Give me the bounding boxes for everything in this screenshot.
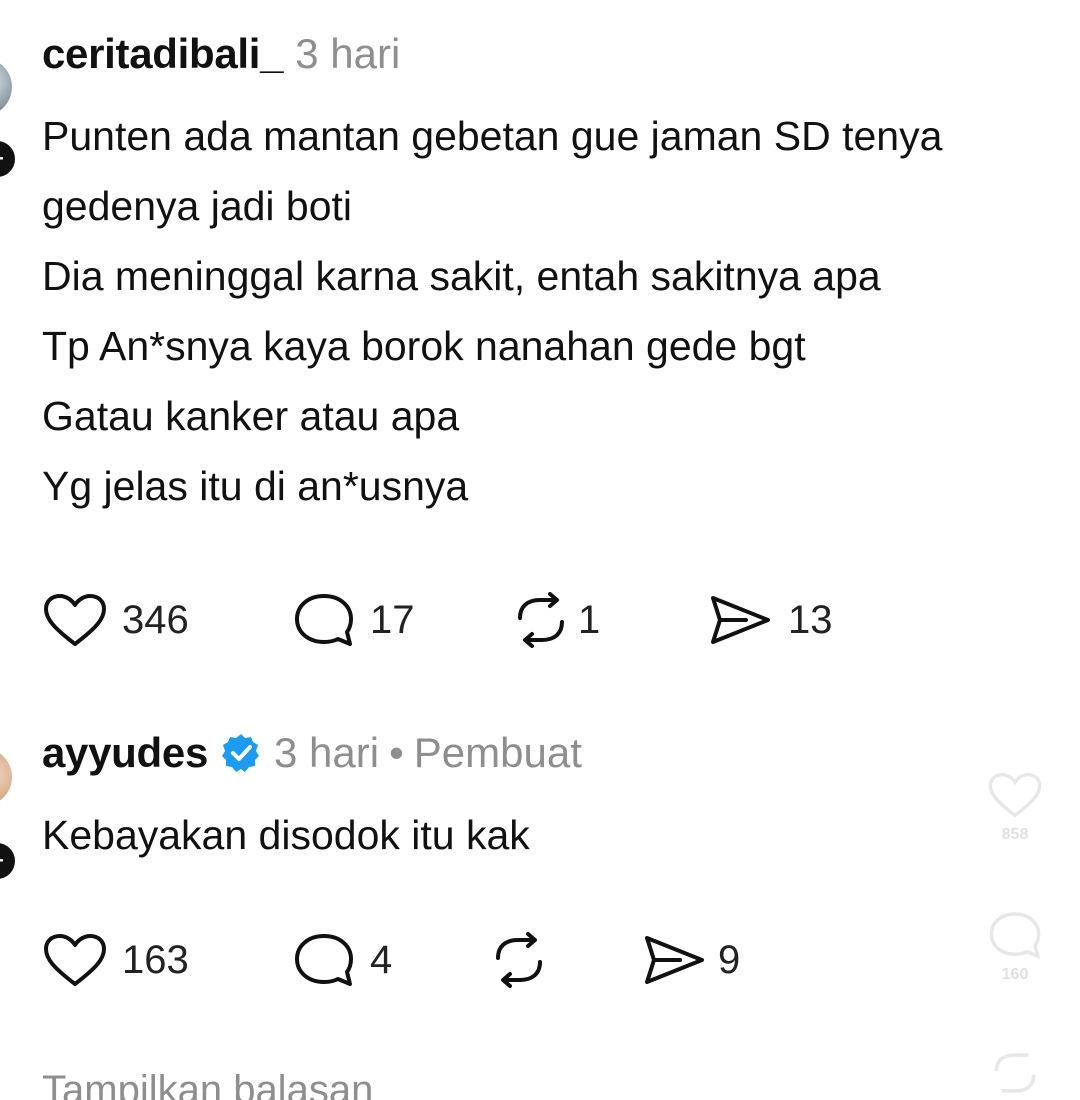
side-rail-comments: 160: [985, 910, 1045, 984]
share-icon: [711, 596, 770, 644]
share-count: 9: [718, 938, 741, 982]
action-bar: 346 17 1 13: [42, 592, 942, 648]
comment-header: ceritadibali_ 3 hari: [42, 29, 400, 79]
avatar[interactable]: [0, 748, 12, 806]
share-button[interactable]: 9: [642, 932, 740, 988]
repost-button[interactable]: [488, 932, 550, 988]
follow-plus-icon[interactable]: +: [0, 138, 18, 180]
comment-icon: [295, 934, 353, 986]
timestamp: 3 hari: [274, 729, 380, 776]
repost-icon: [496, 932, 542, 988]
comment-body: Kebayakan disodok itu kak: [42, 800, 530, 870]
share-count: 13: [788, 598, 833, 642]
action-bar: 163 4 9: [42, 932, 942, 988]
comment-header: ayyudes 3 hari • Pembuat: [42, 728, 582, 778]
comment-icon[interactable]: [987, 910, 1043, 960]
verified-icon: [222, 734, 260, 772]
like-count: 346: [122, 598, 189, 642]
comment-line: Gatau kanker atau apa: [42, 393, 460, 439]
reply-count: 17: [370, 598, 415, 642]
comment-body: Punten ada mantan gebetan gue jaman SD t…: [42, 101, 942, 521]
comment-line: Yg jelas itu di an*usnya: [42, 463, 469, 509]
comment-line: Kebayakan disodok itu kak: [42, 812, 530, 858]
side-rail-repost: [985, 1048, 1045, 1098]
username[interactable]: ayyudes: [42, 728, 208, 778]
avatar[interactable]: [0, 58, 12, 116]
author-label: Pembuat: [413, 729, 582, 776]
comment-line: Punten ada mantan gebetan gue jaman SD t…: [42, 113, 943, 159]
repost-icon: [518, 592, 564, 648]
heart-icon: [44, 594, 106, 646]
heart-icon: [44, 934, 106, 986]
thread-screen: + ceritadibali_ 3 hari Punten ada mantan…: [0, 0, 1080, 1100]
repost-button[interactable]: 1: [510, 592, 600, 648]
reply-count: 4: [370, 938, 393, 982]
comment-icon: [295, 594, 353, 646]
comment-button[interactable]: 17: [292, 592, 415, 648]
repost-icon[interactable]: [987, 1048, 1043, 1098]
comment-line: Dia meninggal karna sakit, entah sakitny…: [42, 253, 881, 299]
side-like-count: 858: [1001, 826, 1029, 843]
share-button[interactable]: 13: [708, 592, 833, 648]
timestamp: 3 hari: [295, 30, 401, 77]
comment-line: Tp An*snya kaya borok nanahan gede bgt: [42, 323, 806, 369]
username[interactable]: ceritadibali_: [42, 29, 284, 79]
side-comment-count: 160: [1001, 966, 1029, 983]
repost-count: 1: [578, 598, 601, 642]
follow-plus-icon[interactable]: +: [0, 840, 18, 882]
share-icon: [645, 936, 704, 984]
heart-icon[interactable]: [987, 770, 1043, 820]
separator-dot: •: [389, 729, 404, 776]
show-replies-link[interactable]: Tampilkan balasan: [42, 1066, 373, 1100]
like-button[interactable]: 163: [42, 932, 189, 988]
like-button[interactable]: 346: [42, 592, 189, 648]
comment-button[interactable]: 4: [292, 932, 392, 988]
like-count: 163: [122, 938, 189, 982]
side-rail: 858: [985, 770, 1045, 844]
comment-line: gedenya jadi boti: [42, 183, 353, 229]
